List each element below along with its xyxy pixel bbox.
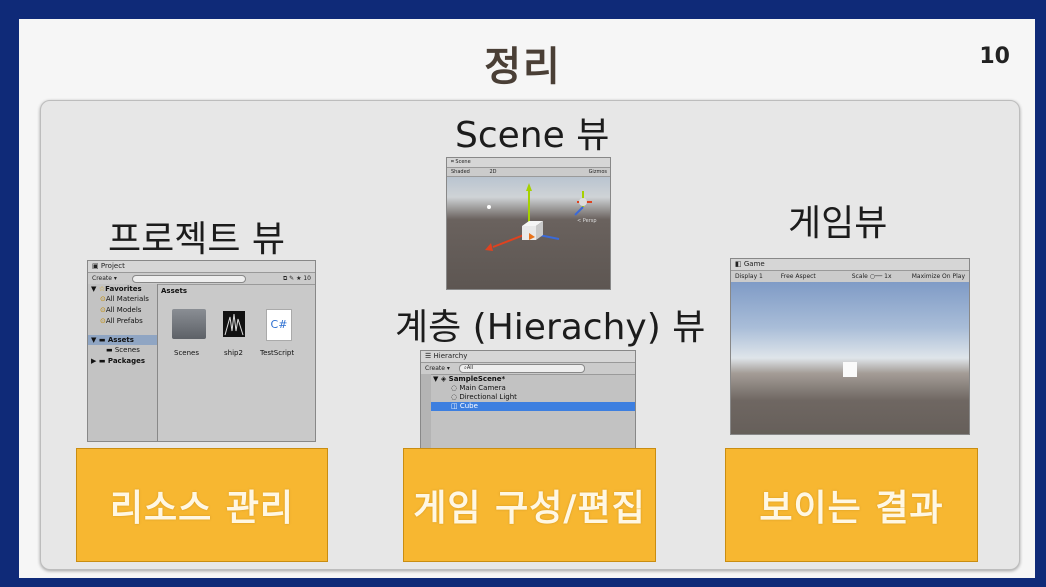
- csharp-script-icon[interactable]: C#: [266, 309, 292, 341]
- display-dropdown[interactable]: Display 1: [735, 273, 763, 280]
- folder-icon: ▬: [98, 336, 106, 344]
- game-view-label: 게임뷰: [788, 203, 888, 244]
- favorites-node[interactable]: ▼ ☆Favorites: [88, 284, 157, 294]
- create-button[interactable]: Create ▾: [425, 365, 450, 372]
- favorite-item[interactable]: ⊙All Materials: [88, 294, 157, 305]
- scene-window: ⌗ Scene Shaded 2D Gizmos < Persp: [446, 157, 611, 290]
- gameobject-icon: ◌: [451, 393, 458, 401]
- gamepad-icon: ◧: [735, 260, 742, 268]
- transform-gizmo[interactable]: [447, 177, 610, 289]
- file-label: Scenes: [174, 349, 199, 357]
- hierarchy-window: ☰ Hierarchy Create ▾ ⌕All ▼ ◈ SampleScen…: [420, 350, 636, 450]
- shading-dropdown[interactable]: Shaded: [451, 169, 470, 175]
- search-input[interactable]: [132, 275, 246, 283]
- scene-toolbar: Shaded 2D Gizmos: [447, 168, 610, 177]
- project-window: ▣ Project Create ▾ ⧉ ✎ ★ 10 ▼ ☆Favorites…: [87, 260, 316, 442]
- project-tab[interactable]: ▣ Project: [88, 261, 315, 273]
- cube-object: [843, 362, 857, 377]
- hierarchy-gutter: [421, 374, 431, 449]
- scene-view-label: Scene 뷰: [455, 115, 610, 156]
- file-label: TestScript: [260, 349, 295, 357]
- unity-scene-icon: ◈: [440, 375, 447, 383]
- folder-icon[interactable]: [172, 309, 206, 339]
- game-tab[interactable]: ◧ Game: [731, 259, 969, 271]
- game-viewport: [731, 282, 969, 434]
- file-label: ship2: [224, 349, 243, 357]
- tree-scenes[interactable]: ▬ Scenes: [88, 345, 157, 356]
- favorite-item[interactable]: ⊙All Prefabs: [88, 316, 157, 327]
- scene-tab[interactable]: ⌗ Scene: [447, 158, 610, 168]
- scale-slider[interactable]: Scale ○── 1x: [852, 273, 892, 280]
- list-item[interactable]: ◌ Directional Light: [451, 393, 517, 401]
- page-title: 정리: [484, 44, 562, 90]
- list-item-selected[interactable]: ◫ Cube: [431, 402, 635, 411]
- 2d-toggle[interactable]: 2D: [489, 169, 496, 175]
- hierarchy-view-label: 계층 (Hierachy) 뷰: [395, 307, 706, 348]
- hierarchy-tab[interactable]: ☰ Hierarchy: [421, 351, 635, 363]
- gizmos-dropdown[interactable]: Gizmos: [589, 168, 607, 176]
- folder-icon: ▬: [106, 346, 113, 354]
- project-view-label: 프로젝트 뷰: [108, 219, 286, 260]
- page-number: 10: [979, 44, 1010, 69]
- tree-packages[interactable]: ▶ ▬ Packages: [88, 356, 157, 367]
- create-button[interactable]: Create ▾: [92, 275, 117, 282]
- cube-icon: ◫: [451, 402, 458, 410]
- hierarchy-toolbar: Create ▾ ⌕All: [421, 363, 635, 375]
- game-composition-box: 게임 구성/편집: [403, 448, 656, 562]
- list-item[interactable]: ◌ Main Camera: [451, 384, 506, 392]
- image-asset-icon[interactable]: [223, 311, 245, 337]
- resource-management-box: 리소스 관리: [76, 448, 328, 562]
- game-window: ◧ Game Display 1 Free Aspect Scale ○── 1…: [730, 258, 970, 435]
- maximize-toggle[interactable]: Maximize On Play: [912, 271, 965, 282]
- scene-viewport[interactable]: < Persp: [447, 177, 610, 289]
- folder-icon: ▣: [92, 262, 99, 270]
- search-input[interactable]: ⌕All: [459, 364, 585, 373]
- folder-icon: ▬: [98, 357, 106, 365]
- assets-header: Assets: [161, 287, 188, 295]
- persp-label: < Persp: [577, 218, 597, 224]
- project-tree: ▼ ☆Favorites ⊙All Materials ⊙All Models …: [88, 284, 158, 441]
- toolbar-badge: ⧉ ✎ ★ 10: [282, 275, 311, 282]
- visible-result-box: 보이는 결과: [725, 448, 978, 562]
- aspect-dropdown[interactable]: Free Aspect: [781, 273, 816, 280]
- scene-root[interactable]: ▼ ◈ SampleScene*: [433, 375, 633, 383]
- gameobject-icon: ◌: [451, 384, 458, 392]
- tree-assets[interactable]: ▼ ▬ Assets: [88, 335, 157, 345]
- favorite-item[interactable]: ⊙All Models: [88, 305, 157, 316]
